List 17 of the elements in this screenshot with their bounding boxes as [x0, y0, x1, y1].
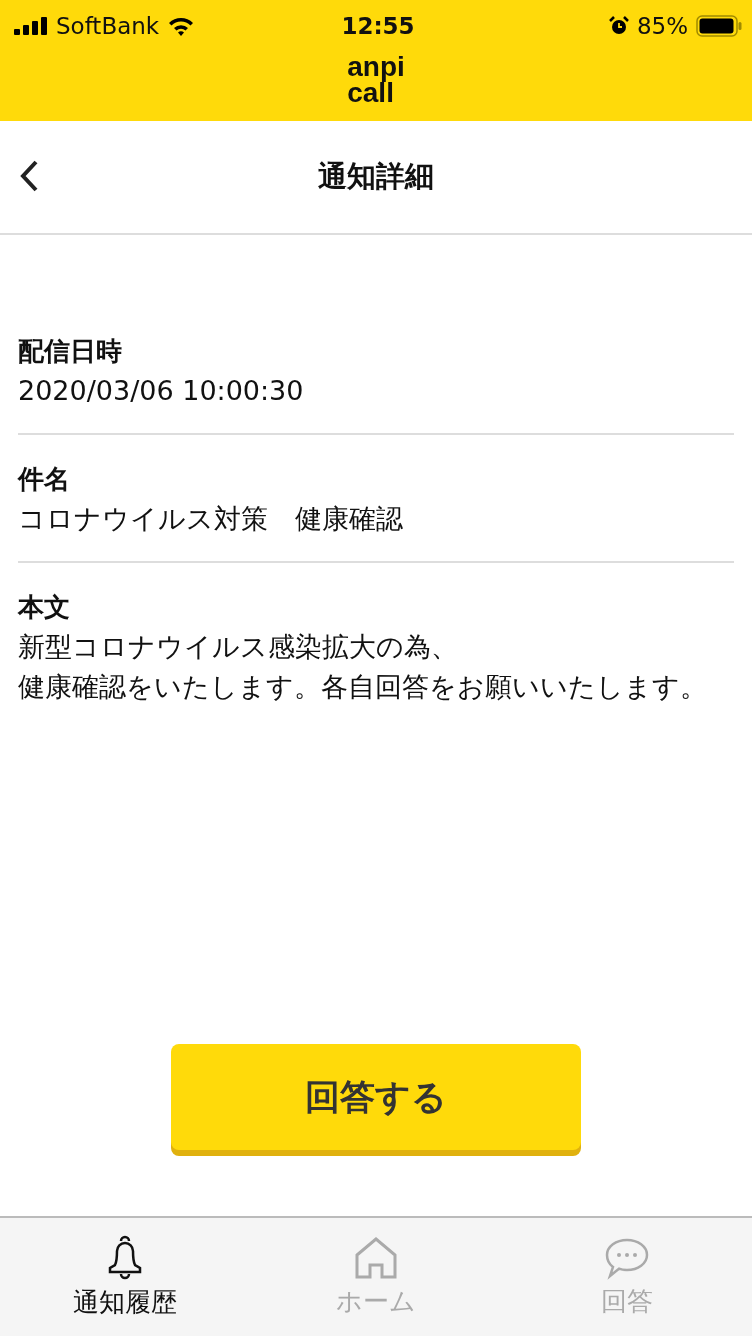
- field-value: 2020/03/06 10:00:30: [18, 374, 305, 408]
- signal-icon: [14, 17, 48, 35]
- app-logo: anpi call: [347, 54, 405, 106]
- alarm-icon: [608, 16, 629, 36]
- home-icon: [353, 1235, 399, 1280]
- field-value: コロナウイルス対策 健康確認: [18, 502, 404, 536]
- field-label: 件名: [18, 463, 71, 496]
- carrier-name: SoftBank: [56, 13, 160, 39]
- screen-title: 通知詳細: [318, 158, 434, 195]
- status-time: 12:55: [341, 13, 415, 39]
- tab-item[interactable]: 通知履歴: [0, 1218, 251, 1336]
- field-label: 本文: [18, 591, 71, 624]
- wifi-icon: [167, 16, 196, 36]
- battery-icon: [696, 15, 742, 37]
- field-value: 新型コロナウイルス感染拡大の為、 健康確認をいたします。各自回答をお願いいたします。: [18, 630, 708, 704]
- field-label: 配信日時: [18, 335, 123, 368]
- battery-percent: 85%: [636, 13, 688, 39]
